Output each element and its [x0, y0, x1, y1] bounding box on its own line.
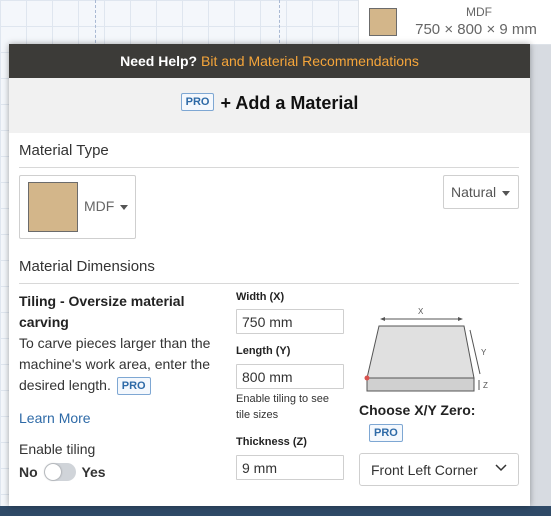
material-swatch [28, 182, 78, 232]
zero-point-marker [364, 375, 370, 381]
z-axis-label: Z [483, 381, 488, 390]
bit-material-recommendations-link[interactable]: Bit and Material Recommendations [201, 53, 419, 69]
thickness-input[interactable] [236, 455, 344, 480]
choose-zero-label: Choose X/Y Zero: [359, 402, 476, 418]
material-swatch [369, 8, 397, 36]
material-type-label: MDF [466, 5, 492, 19]
material-type-heading: Material Type [19, 142, 109, 159]
tiling-description: To carve pieces larger than the machine'… [19, 333, 229, 396]
y-axis-label: Y [481, 348, 487, 357]
tiling-description-text: To carve pieces larger than the machine'… [19, 335, 211, 393]
arrow-head [380, 317, 385, 321]
enable-tiling-label: Enable tiling [19, 441, 96, 457]
x-axis-label: X [418, 307, 424, 316]
tiling-toggle-row: No Yes [19, 462, 106, 482]
help-bar-prefix: Need Help? [120, 53, 198, 69]
tiling-title: Tiling - Oversize material carving [19, 293, 185, 330]
learn-more-link[interactable]: Learn More [19, 410, 91, 426]
material-select-value: MDF [84, 198, 115, 214]
material-select-value-wrap: MDF [84, 198, 129, 214]
material-diagram: X Y Z [364, 307, 488, 392]
toggle-no-label: No [19, 464, 38, 481]
arrow-head [458, 317, 463, 321]
pro-badge: PRO [369, 424, 403, 442]
material-dimensions-heading: Material Dimensions [19, 258, 155, 275]
width-input[interactable] [236, 309, 344, 334]
length-input[interactable] [236, 364, 344, 389]
material-top-surface [366, 325, 475, 379]
zero-corner-select[interactable]: Front Left Corner [359, 453, 519, 486]
divider [19, 167, 519, 168]
caret-down-icon [120, 204, 129, 210]
material-size-label: 750 × 800 × 9 mm [415, 21, 537, 38]
pro-badge: PRO [180, 93, 215, 112]
material-select[interactable]: MDF [19, 175, 136, 239]
tiling-hint: Enable tiling to see tile sizes [236, 393, 329, 421]
caret-down-icon [502, 190, 511, 196]
toggle-yes-label: Yes [81, 464, 106, 481]
zero-corner-value: Front Left Corner [371, 462, 478, 478]
right-panel-edge [529, 0, 551, 516]
length-label: Length (Y) [236, 345, 291, 357]
chevron-down-icon [495, 464, 507, 472]
thickness-label: Thickness (Z) [236, 436, 307, 448]
add-material-modal: Need Help? Bit and Material Recommendati… [9, 44, 530, 506]
help-bar: Need Help? Bit and Material Recommendati… [9, 44, 530, 78]
divider [19, 283, 519, 284]
toggle-knob [44, 464, 61, 481]
modal-header: PRO + Add a Material [9, 78, 530, 133]
pro-badge: PRO [116, 377, 151, 396]
width-label: Width (X) [236, 291, 285, 303]
material-front-face [366, 377, 475, 392]
material-preview-card[interactable]: MDF 750 × 800 × 9 mm [358, 0, 551, 45]
footer-bar [0, 506, 551, 516]
finish-select-value: Natural [451, 184, 497, 200]
modal-title: + Add a Material [220, 93, 359, 113]
finish-select[interactable]: Natural [443, 175, 519, 209]
tiling-toggle[interactable] [43, 463, 76, 482]
